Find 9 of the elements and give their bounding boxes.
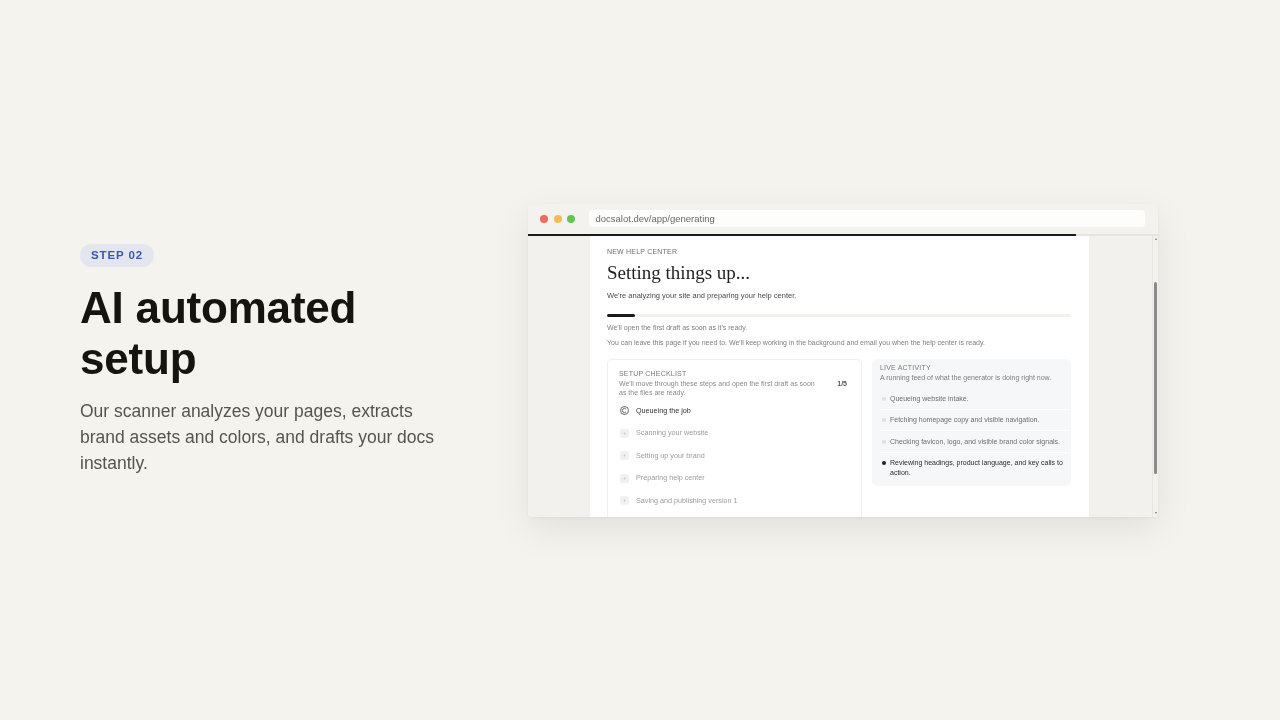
address-bar[interactable]: docsalot.dev/app/generating: [588, 210, 1145, 227]
step-badge: STEP 02: [80, 244, 155, 267]
description-text: Our scanner analyzes your pages, extracts brand assets and colors, and drafts your docs instantly.: [80, 400, 436, 475]
scrollbar[interactable]: [1152, 235, 1158, 517]
headline: AI automated setup: [80, 282, 358, 384]
window-maximize-icon[interactable]: [567, 214, 575, 223]
window-minimize-icon[interactable]: [553, 214, 562, 223]
window-close-icon[interactable]: [540, 214, 548, 223]
page-title: Setting things up...: [607, 261, 752, 284]
